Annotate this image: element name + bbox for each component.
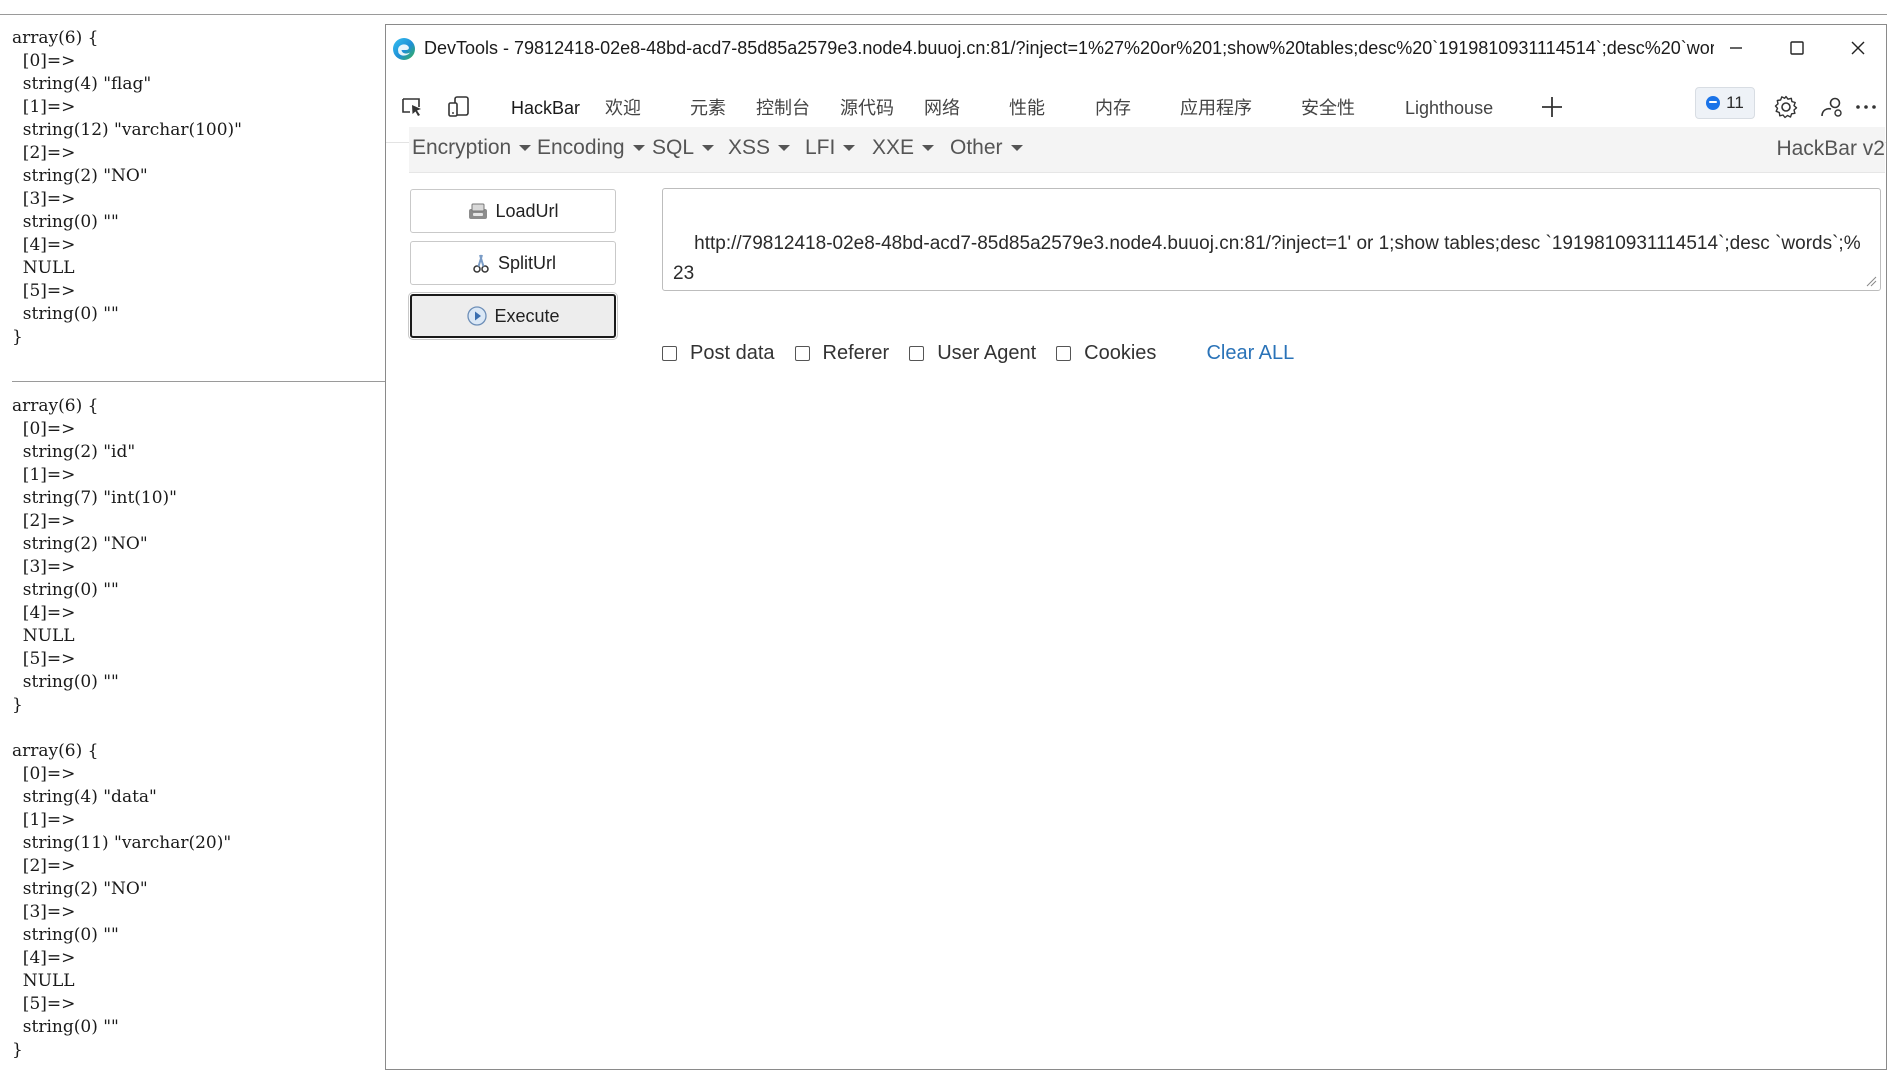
resize-grip-icon[interactable] (1865, 275, 1877, 287)
hackbar-menu-bar: Encryption Encoding SQL XSS LFI XXE Othe… (409, 127, 1885, 173)
play-icon (467, 306, 488, 326)
tab-welcome[interactable]: 欢迎 (605, 90, 641, 126)
customize-button[interactable] (1817, 92, 1847, 122)
var-dump-id: array(6) { [0]=> string(2) "id" [1]=> st… (12, 396, 177, 715)
inspect-element-button[interactable] (397, 92, 427, 122)
chevron-down-icon (1010, 145, 1023, 152)
chevron-down-icon (519, 145, 532, 152)
tab-memory[interactable]: 内存 (1095, 90, 1131, 126)
clear-all-link[interactable]: Clear ALL (1206, 342, 1294, 365)
tab-hackbar[interactable]: HackBar (511, 90, 580, 126)
issues-count: 11 (1726, 93, 1744, 112)
menu-other[interactable]: Other (950, 136, 1023, 160)
window-title: DevTools - 79812418-02e8-48bd-acd7-85d85… (424, 38, 1714, 58)
chevron-down-icon (843, 145, 856, 152)
scissors-icon (473, 254, 489, 273)
menu-encoding-label: Encoding (537, 136, 625, 159)
load-url-label: LoadUrl (495, 200, 559, 221)
tab-console[interactable]: 控制台 (756, 90, 810, 126)
device-toolbar-icon (448, 96, 469, 117)
execute-label: Execute (494, 305, 560, 326)
menu-xss[interactable]: XSS (728, 136, 791, 160)
user-agent-checkbox[interactable] (909, 345, 925, 361)
chevron-down-icon (922, 145, 935, 152)
chevron-down-icon (702, 145, 715, 152)
inspect-element-icon (402, 98, 421, 116)
settings-icon (1774, 95, 1798, 119)
post-data-option[interactable]: Post data (662, 342, 775, 365)
menu-xss-label: XSS (728, 136, 771, 159)
title-bar: DevTools - 79812418-02e8-48bd-acd7-85d85… (386, 25, 1886, 72)
menu-encryption-label: Encryption (412, 136, 512, 159)
cookies-label: Cookies (1084, 341, 1157, 364)
cookies-checkbox[interactable] (1056, 345, 1072, 361)
devtools-window: DevTools - 79812418-02e8-48bd-acd7-85d85… (385, 24, 1887, 1070)
maximize-icon (1790, 41, 1804, 55)
divider-top (0, 14, 1887, 15)
menu-lfi-label: LFI (805, 136, 836, 159)
tab-performance[interactable]: 性能 (1009, 90, 1045, 126)
url-textarea[interactable]: http://79812418-02e8-48bd-acd7-85d85a257… (662, 188, 1881, 291)
var-dump-flag: array(6) { [0]=> string(4) "flag" [1]=> … (12, 28, 243, 347)
menu-xxe[interactable]: XXE (872, 136, 935, 160)
tab-elements[interactable]: 元素 (690, 90, 726, 126)
menu-xxe-label: XXE (872, 136, 915, 159)
user-agent-label: User Agent (937, 341, 1037, 364)
device-toolbar-button[interactable] (444, 92, 474, 122)
tab-application[interactable]: 应用程序 (1180, 90, 1252, 126)
customize-icon (1821, 97, 1842, 117)
execute-button[interactable]: Execute (408, 292, 618, 340)
issues-icon (1706, 96, 1721, 110)
menu-sql[interactable]: SQL (652, 136, 715, 160)
close-button[interactable] (1843, 33, 1873, 63)
settings-button[interactable] (1771, 92, 1801, 122)
load-url-icon (469, 203, 488, 219)
tab-lighthouse[interactable]: Lighthouse (1405, 90, 1493, 126)
cookies-option[interactable]: Cookies (1056, 342, 1156, 365)
divider-middle (12, 381, 385, 382)
var-dump-data: array(6) { [0]=> string(4) "data" [1]=> … (12, 741, 232, 1060)
minimize-icon (1730, 47, 1742, 49)
split-url-label: SplitUrl (497, 252, 556, 273)
menu-other-label: Other (950, 136, 1003, 159)
minimize-button[interactable] (1721, 33, 1751, 63)
more-options-icon (1856, 105, 1876, 109)
user-agent-option[interactable]: User Agent (909, 342, 1036, 365)
issues-button[interactable]: 11 (1695, 87, 1755, 119)
load-url-button[interactable]: LoadUrl (410, 189, 616, 233)
post-data-label: Post data (690, 341, 775, 364)
tab-network[interactable]: 网络 (924, 90, 960, 126)
hackbar-version: HackBar v2 (1776, 137, 1885, 160)
split-url-button[interactable]: SplitUrl (410, 241, 616, 285)
referer-option[interactable]: Referer (794, 341, 890, 365)
chevron-down-icon (778, 145, 791, 152)
referer-label: Referer (822, 341, 890, 364)
post-data-checkbox[interactable] (662, 345, 677, 361)
add-tab-button[interactable] (1537, 92, 1567, 122)
request-options: Post data Referer User Agent Cookies Cle… (662, 339, 1294, 367)
chevron-down-icon (632, 145, 645, 152)
menu-sql-label: SQL (652, 136, 695, 159)
close-icon (1851, 41, 1865, 55)
menu-encryption[interactable]: Encryption (412, 136, 532, 160)
tab-security[interactable]: 安全性 (1301, 90, 1355, 126)
referer-checkbox[interactable] (794, 345, 810, 361)
add-tab-icon (1542, 97, 1562, 117)
url-text: http://79812418-02e8-48bd-acd7-85d85a257… (673, 233, 1861, 284)
maximize-button[interactable] (1782, 33, 1812, 63)
edge-logo-icon (393, 38, 415, 60)
menu-lfi[interactable]: LFI (805, 136, 856, 160)
menu-encoding[interactable]: Encoding (537, 136, 645, 160)
more-options-button[interactable] (1853, 92, 1879, 122)
tab-sources[interactable]: 源代码 (840, 90, 894, 126)
